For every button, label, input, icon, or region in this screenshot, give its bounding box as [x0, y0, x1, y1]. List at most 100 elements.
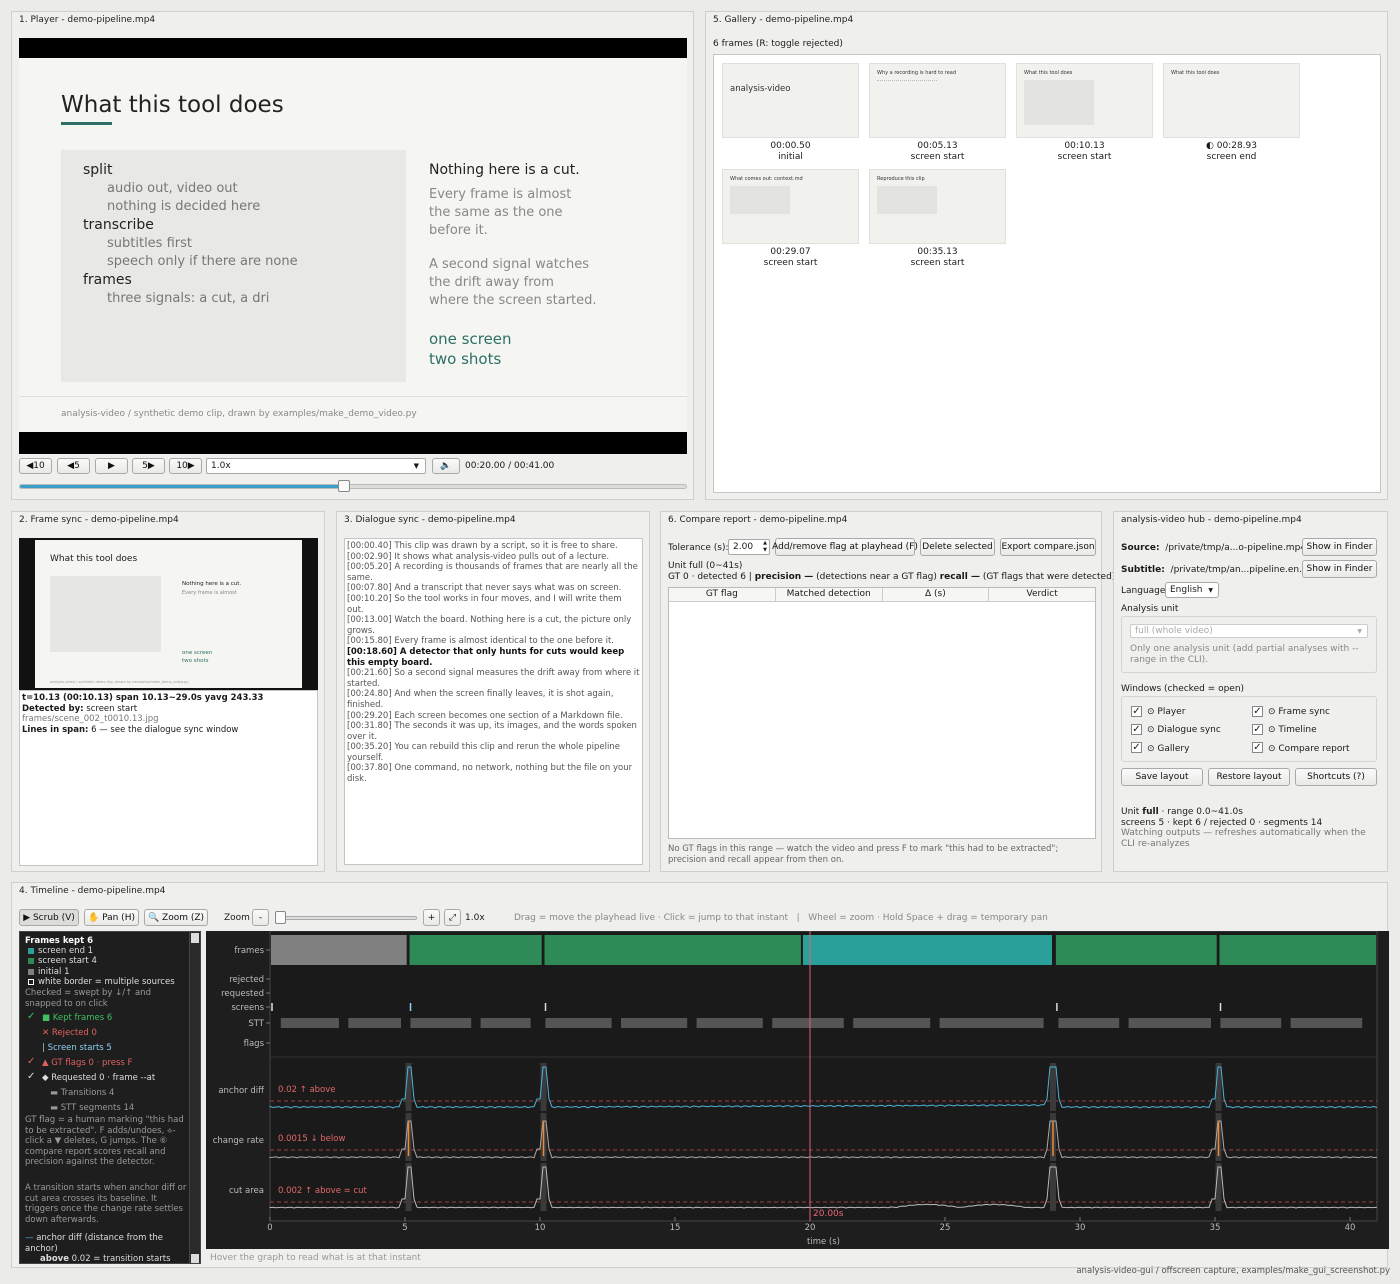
stt-segment[interactable]: [1058, 1018, 1120, 1028]
forward-10-button[interactable]: 10▶: [169, 458, 202, 474]
back-10-button[interactable]: ◀10: [19, 458, 52, 474]
frame-segment[interactable]: [1219, 935, 1376, 965]
compare-table[interactable]: GT flag Matched detection Δ (s) Verdict: [668, 587, 1096, 839]
mute-button[interactable]: 🔈: [432, 458, 460, 474]
slide: What this tool does split audio out, vid…: [19, 58, 687, 432]
gallery-tag: screen start: [763, 258, 818, 268]
seek-handle[interactable]: [338, 480, 351, 492]
tolerance-spinbox[interactable]: 2.00 ▲ ▼: [728, 539, 770, 555]
legend-scrollbar[interactable]: [189, 932, 200, 1263]
scrub-tool-button[interactable]: ▶ Scrub (V): [19, 909, 79, 926]
right-heading: Nothing here is a cut.: [429, 162, 580, 178]
zoom-slider[interactable]: [275, 911, 417, 924]
player-checkbox[interactable]: ✓: [1131, 706, 1142, 717]
dialogue-line[interactable]: [00:29.20] Each screen becomes one secti…: [347, 711, 640, 722]
plot-area[interactable]: [269, 931, 1378, 1222]
frame-segment[interactable]: [271, 935, 407, 965]
x-tick-label: 35: [1210, 1223, 1221, 1233]
stt-segment[interactable]: [348, 1018, 401, 1028]
stt-segment[interactable]: [696, 1018, 763, 1028]
timeline-graph[interactable]: frames rejected requested screens STT flags an…: [206, 931, 1389, 1249]
export-compare-button[interactable]: Export compare.json: [1000, 538, 1096, 556]
forward-5-button[interactable]: 5▶: [132, 458, 165, 474]
dialogue-list[interactable]: [00:00.40] This clip was drawn by a scri…: [344, 538, 643, 865]
dialogue-line[interactable]: [00:13.00] Watch the board. Nothing here…: [347, 615, 640, 636]
gallery-checkbox[interactable]: ✓: [1131, 742, 1142, 753]
gallery-item[interactable]: What comes out: context.md 00:29.07 screen…: [722, 169, 859, 269]
stt-segment[interactable]: [410, 1018, 472, 1028]
stt-segment[interactable]: [1128, 1018, 1211, 1028]
zoom-fit-button[interactable]: ⤢: [444, 909, 461, 926]
column-header[interactable]: Δ (s): [883, 588, 990, 601]
dialogue-line[interactable]: [00:15.80] Every frame is almost identic…: [347, 636, 640, 647]
restore-layout-button[interactable]: Restore layout: [1208, 768, 1290, 786]
column-header[interactable]: Matched detection: [776, 588, 883, 601]
gallery-item[interactable]: Why a recording is hard to read 00:05.13 s…: [869, 63, 1006, 163]
subtitle-finder-button[interactable]: Show in Finder: [1302, 560, 1377, 578]
column-header[interactable]: Verdict: [989, 588, 1095, 601]
delete-selected-button[interactable]: Delete selected: [920, 538, 995, 556]
legend-scroll-thumb[interactable]: [191, 933, 199, 943]
dialogue-line[interactable]: [00:10.20] So the tool works in four mov…: [347, 594, 640, 615]
dialogue-line[interactable]: [00:00.40] This clip was drawn by a scri…: [347, 541, 640, 552]
dialogue-line[interactable]: [00:35.20] You can rebuild this clip and…: [347, 742, 640, 763]
dialogue-line[interactable]: [00:18.60] A detector that only hunts fo…: [347, 647, 640, 668]
stt-segment[interactable]: [621, 1018, 688, 1028]
frame-segment[interactable]: [1055, 935, 1217, 965]
compare-report-checkbox[interactable]: ✓: [1252, 742, 1263, 753]
column-header[interactable]: GT flag: [669, 588, 776, 601]
frame-segment[interactable]: [802, 935, 1052, 965]
legend-transitions[interactable]: ▬ Transitions 4: [50, 1088, 114, 1098]
accent-line: two shots: [429, 350, 502, 368]
stt-segment[interactable]: [1220, 1018, 1282, 1028]
language-select[interactable]: English ▼: [1165, 582, 1219, 598]
play-button[interactable]: ▶: [95, 458, 128, 474]
frame-segment[interactable]: [409, 935, 542, 965]
stt-segment[interactable]: [545, 1018, 612, 1028]
playhead-label: 20.00s: [813, 1209, 844, 1219]
dialogue-line[interactable]: [00:05.20] A recording is thousands of f…: [347, 562, 640, 583]
video-frame[interactable]: What this tool does split audio out, vid…: [19, 38, 687, 454]
stt-segment[interactable]: [1290, 1018, 1363, 1028]
zoom-tool-button[interactable]: 🔍 Zoom (Z): [144, 909, 208, 926]
gallery-item[interactable]: What this tool does ◐ 00:28.93 screen end: [1163, 63, 1300, 163]
add-flag-button[interactable]: Add/remove flag at playhead (F): [772, 538, 918, 556]
speed-select[interactable]: 1.0x ▼: [206, 458, 426, 474]
gallery-item[interactable]: What this tool does 00:10.13 screen start: [1016, 63, 1153, 163]
gallery-item[interactable]: analysis-video 00:00.50 initial: [722, 63, 859, 163]
legend-rejected[interactable]: ✕ Rejected 0: [42, 1028, 97, 1038]
legend-kept-frames[interactable]: ■ Kept frames 6: [42, 1013, 112, 1023]
stt-segment[interactable]: [853, 1018, 931, 1028]
shortcuts-button[interactable]: Shortcuts (?): [1295, 768, 1377, 786]
timeline-checkbox[interactable]: ✓: [1252, 724, 1263, 735]
gallery-item[interactable]: Reproduce this clip 00:35.13 screen start: [869, 169, 1006, 269]
stt-segment[interactable]: [939, 1018, 1044, 1028]
back-5-button[interactable]: ◀5: [57, 458, 90, 474]
dialogue-line[interactable]: [00:21.60] So a second signal measures t…: [347, 668, 640, 689]
stt-segment[interactable]: [772, 1018, 844, 1028]
pan-tool-button[interactable]: ✋ Pan (H): [84, 909, 139, 926]
dialogue-line[interactable]: [00:31.80] The seconds it was up, its im…: [347, 721, 640, 742]
legend-scroll-thumb-bottom[interactable]: [191, 1254, 199, 1263]
zoom-out-button[interactable]: -: [252, 909, 269, 926]
zoom-in-button[interactable]: +: [423, 909, 440, 926]
legend-requested[interactable]: ◆ Requested 0 · frame --at: [42, 1073, 155, 1083]
timeline-hint: Drag = move the playhead live · Click = …: [514, 913, 1048, 923]
save-layout-button[interactable]: Save layout: [1121, 768, 1203, 786]
frame-sync-checkbox[interactable]: ✓: [1252, 706, 1263, 717]
frame-info: t=10.13 (00:10.13) span 10.13~29.0s yavg…: [19, 690, 318, 866]
frame-segment[interactable]: [544, 935, 801, 965]
dialogue-line[interactable]: [00:37.80] One command, no network, noth…: [347, 763, 640, 784]
zoom-slider-handle[interactable]: [275, 911, 286, 924]
seek-bar[interactable]: [19, 480, 687, 492]
legend-screen-starts[interactable]: | Screen starts 5: [42, 1043, 112, 1053]
dialogue-line[interactable]: [00:07.80] And a transcript that never s…: [347, 583, 640, 594]
legend-stt[interactable]: ▬ STT segments 14: [50, 1103, 134, 1113]
dialogue-sync-checkbox[interactable]: ✓: [1131, 724, 1142, 735]
legend-gt-flags[interactable]: ▲ GT flags 0 · press F: [42, 1058, 132, 1068]
stt-segment[interactable]: [280, 1018, 339, 1028]
dialogue-line[interactable]: [00:24.80] And when the screen finally l…: [347, 689, 640, 710]
source-finder-button[interactable]: Show in Finder: [1302, 538, 1377, 556]
dialogue-line[interactable]: [00:02.90] It shows what analysis-video …: [347, 552, 640, 563]
stt-segment[interactable]: [480, 1018, 531, 1028]
